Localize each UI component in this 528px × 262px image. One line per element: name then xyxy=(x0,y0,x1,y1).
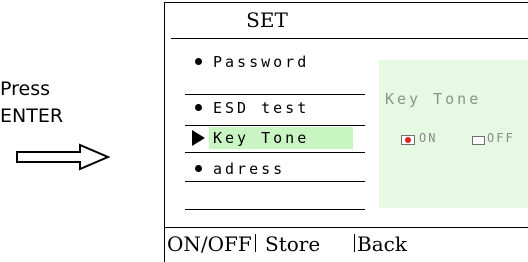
footer-divider xyxy=(165,227,528,228)
menu-divider xyxy=(185,209,365,210)
menu-item-label: adress xyxy=(213,160,286,178)
footer-separator xyxy=(354,234,355,252)
instruction-enter: ENTER xyxy=(0,105,64,127)
menu-item-label: Password xyxy=(213,53,310,71)
menu-divider xyxy=(185,152,365,153)
title-divider xyxy=(171,38,528,39)
on-option-label: ON xyxy=(419,131,438,145)
footer-separator xyxy=(255,234,256,252)
menu-item-label: ESD test xyxy=(213,99,310,117)
menu-divider xyxy=(185,125,365,126)
instruction-press: Press xyxy=(0,78,51,100)
bullet-dot-icon xyxy=(195,165,202,172)
menu-item-label: Key Tone xyxy=(213,129,310,147)
onoff-softkey[interactable]: ON/OFF xyxy=(167,229,252,259)
screen-title: SET xyxy=(246,8,288,32)
back-softkey[interactable]: Back xyxy=(357,229,407,259)
right-arrow-outline-icon xyxy=(16,143,111,171)
bullet-dot-icon xyxy=(195,58,202,65)
store-softkey[interactable]: Store xyxy=(265,229,320,259)
checked-dot-icon xyxy=(405,137,411,143)
on-checkbox[interactable] xyxy=(401,135,415,145)
set-screen: SET Password ESD test Key Tone adress Ke… xyxy=(164,2,528,262)
menu-divider xyxy=(185,181,365,182)
key-tone-panel: Key Tone ON OFF xyxy=(379,60,528,208)
triangle-pointer-icon xyxy=(192,130,205,146)
panel-title: Key Tone xyxy=(385,90,482,108)
off-checkbox[interactable] xyxy=(472,136,485,145)
off-option-label: OFF xyxy=(487,131,515,145)
menu-divider xyxy=(185,94,365,95)
bullet-dot-icon xyxy=(195,104,202,111)
